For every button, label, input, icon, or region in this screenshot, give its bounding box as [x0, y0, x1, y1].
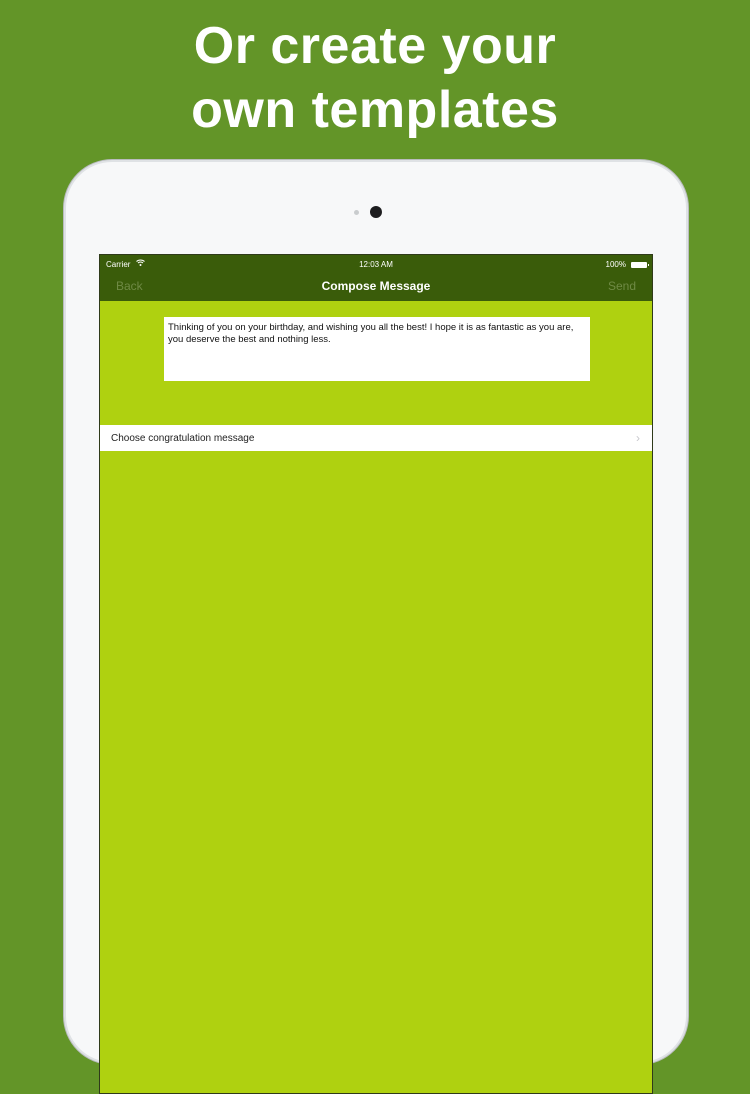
app-screen: Carrier 12:03 AM 100% Back Compose Messa…: [99, 254, 653, 1094]
battery-percentage: 100%: [605, 260, 626, 269]
chevron-right-icon: ›: [636, 431, 640, 445]
nav-title: Compose Message: [321, 279, 431, 293]
status-time: 12:03 AM: [359, 260, 393, 269]
status-bar: Carrier 12:03 AM 100%: [100, 259, 652, 274]
navigation-bar: Carrier 12:03 AM 100% Back Compose Messa…: [100, 255, 652, 301]
tablet-frame: Carrier 12:03 AM 100% Back Compose Messa…: [66, 162, 686, 1094]
headline-line-1: Or create your: [193, 17, 557, 75]
battery-icon: [631, 262, 649, 268]
promo-headline: Or create your own templates: [0, 14, 750, 142]
send-button[interactable]: Send: [608, 279, 636, 293]
headline-line-2: own templates: [191, 81, 559, 139]
front-camera: [370, 206, 382, 218]
sensor-dot: [354, 210, 359, 215]
choose-message-row[interactable]: Choose congratulation message ›: [100, 425, 652, 451]
message-text-area[interactable]: Thinking of you on your birthday, and wi…: [164, 317, 590, 381]
choose-message-label: Choose congratulation message: [111, 433, 255, 444]
